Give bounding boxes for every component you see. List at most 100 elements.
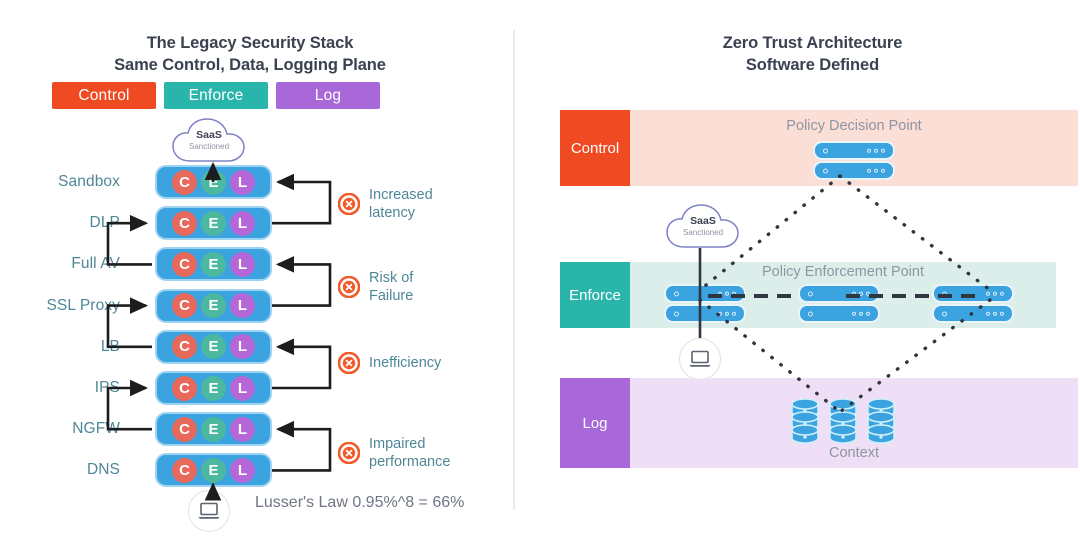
cloud-subtitle: Sanctioned: [188, 142, 230, 151]
legend-chip-log-label: Log: [314, 86, 342, 104]
stack-row-label-ngfw: NGFW: [72, 420, 120, 438]
badge-c: C: [172, 293, 197, 319]
error-x-icon: [337, 351, 361, 375]
right-panel-title: Zero Trust Architecture Software Defined: [545, 33, 1080, 77]
badge-e: E: [201, 293, 226, 319]
band-enforce: Enforce Policy Enforcement Point: [560, 262, 1056, 328]
badge-c: C: [172, 251, 197, 277]
error-x-icon: [337, 441, 361, 465]
context-label: Context: [829, 445, 879, 461]
left-title-line1: The Legacy Security Stack: [146, 34, 354, 52]
cloud-icon: [666, 204, 739, 248]
badge-e: E: [201, 251, 226, 277]
stack-row-label-lb: LB: [100, 337, 120, 355]
policy-enforcement-point-label: Policy Enforcement Point: [762, 264, 924, 280]
server-port-dots: [851, 311, 870, 316]
badge-e: E: [201, 375, 226, 401]
badge-c: C: [172, 416, 197, 442]
cloud-icon: [172, 118, 245, 162]
badge-l: L: [230, 210, 255, 236]
connector-line: [272, 173, 332, 225]
issue-label: Inefficiency: [369, 354, 442, 371]
band-enforce-key: Enforce: [560, 262, 630, 328]
server-status-dot: [674, 291, 679, 296]
saas-cloud-left: SaaS Sanctioned: [170, 117, 248, 165]
badge-e: E: [201, 457, 226, 483]
issue-item: Inefficiency: [337, 351, 442, 375]
stack-row-label-dns: DNS: [86, 461, 120, 479]
database-icon-1: [790, 396, 820, 444]
band-control-body: Policy Decision Point: [630, 110, 1078, 186]
cloud-title: SaaS: [690, 215, 716, 227]
server-status-dot: [942, 291, 947, 296]
legend-chip-log: Log: [276, 82, 380, 109]
badge-l: L: [230, 334, 255, 360]
left-title-line2: Same Control, Data, Logging Plane: [114, 55, 386, 74]
legend-chip-control: Control: [52, 82, 156, 109]
server-port-dots: [866, 148, 885, 153]
right-title-line1: Zero Trust Architecture: [722, 34, 903, 52]
plane-legend: Control Enforce Log: [52, 82, 380, 109]
band-enforce-body: Policy Enforcement Point: [630, 262, 1056, 328]
lussers-law-caption: Lusser's Law 0.95%^8 = 66%: [255, 494, 465, 511]
connector-line: [272, 256, 332, 307]
stack-row-ngfw: CEL: [157, 414, 270, 445]
server-status-dot: [823, 168, 828, 173]
badge-c: C: [172, 375, 197, 401]
stack-row-label-sandbox: Sandbox: [58, 173, 120, 190]
server-port-dots: [851, 291, 870, 296]
diagram-canvas: The Legacy Security Stack Same Control, …: [0, 0, 1080, 553]
stack-row-label-ssl-proxy: SSL Proxy: [46, 296, 120, 314]
badge-c: C: [172, 210, 197, 236]
pdp-server-2: [815, 163, 893, 178]
band-control-key: Control: [560, 110, 630, 186]
database-icon-3: [866, 396, 896, 444]
stack-row-label-dlp: DLP: [89, 214, 120, 232]
endpoint-laptop-right: [679, 338, 721, 380]
server-status-dot: [823, 148, 828, 153]
band-log: Log Context: [560, 378, 1078, 468]
issue-label: Increased latency: [369, 187, 433, 222]
legend-chip-enforce: Enforce: [164, 82, 268, 109]
server-port-dots: [985, 291, 1004, 296]
pep-server-2b: [800, 306, 878, 321]
stack-row-label-full-av: Full AV: [71, 255, 120, 273]
cloud-shape: SaaS Sanctioned: [664, 203, 742, 251]
panel-divider: [513, 30, 515, 510]
left-panel-title: The Legacy Security Stack Same Control, …: [0, 33, 500, 77]
server-status-dot: [674, 311, 679, 316]
cloud-shape: SaaS Sanctioned: [170, 117, 248, 165]
error-x-icon: [337, 275, 361, 299]
legend-chip-enforce-label: Enforce: [188, 86, 244, 104]
pep-server-3a: [934, 286, 1012, 301]
connector-line: [272, 420, 332, 472]
badge-l: L: [230, 457, 255, 483]
right-title-line2: Software Defined: [745, 55, 880, 74]
issue-item: Risk of Failure: [337, 269, 413, 305]
server-port-dots: [717, 311, 736, 316]
issue-item: Increased latency: [337, 186, 433, 222]
cloud-subtitle: Sanctioned: [682, 228, 724, 237]
laptop-icon: [198, 502, 220, 519]
badge-c: C: [172, 334, 197, 360]
error-x-icon: [337, 192, 361, 216]
badge-e: E: [201, 416, 226, 442]
stack-row-sandbox: CEL: [157, 167, 270, 197]
saas-cloud-right: SaaS Sanctioned: [664, 203, 742, 251]
badge-l: L: [230, 169, 255, 195]
pep-server-1b: [666, 306, 744, 321]
legend-chip-control-label: Control: [78, 86, 130, 104]
pdp-server-1: [815, 143, 893, 158]
badge-e: E: [201, 169, 226, 195]
badge-e: E: [201, 210, 226, 236]
band-control-key-label: Control: [570, 139, 620, 157]
badge-l: L: [230, 375, 255, 401]
pep-server-1a: [666, 286, 744, 301]
band-enforce-key-label: Enforce: [569, 286, 621, 304]
band-log-key-label: Log: [582, 414, 608, 432]
stack-row-full-av: CEL: [157, 249, 270, 280]
cloud-title: SaaS: [196, 129, 222, 141]
badge-c: C: [172, 169, 197, 195]
issue-label: Impaired performance: [369, 436, 451, 471]
server-status-dot: [808, 311, 813, 316]
